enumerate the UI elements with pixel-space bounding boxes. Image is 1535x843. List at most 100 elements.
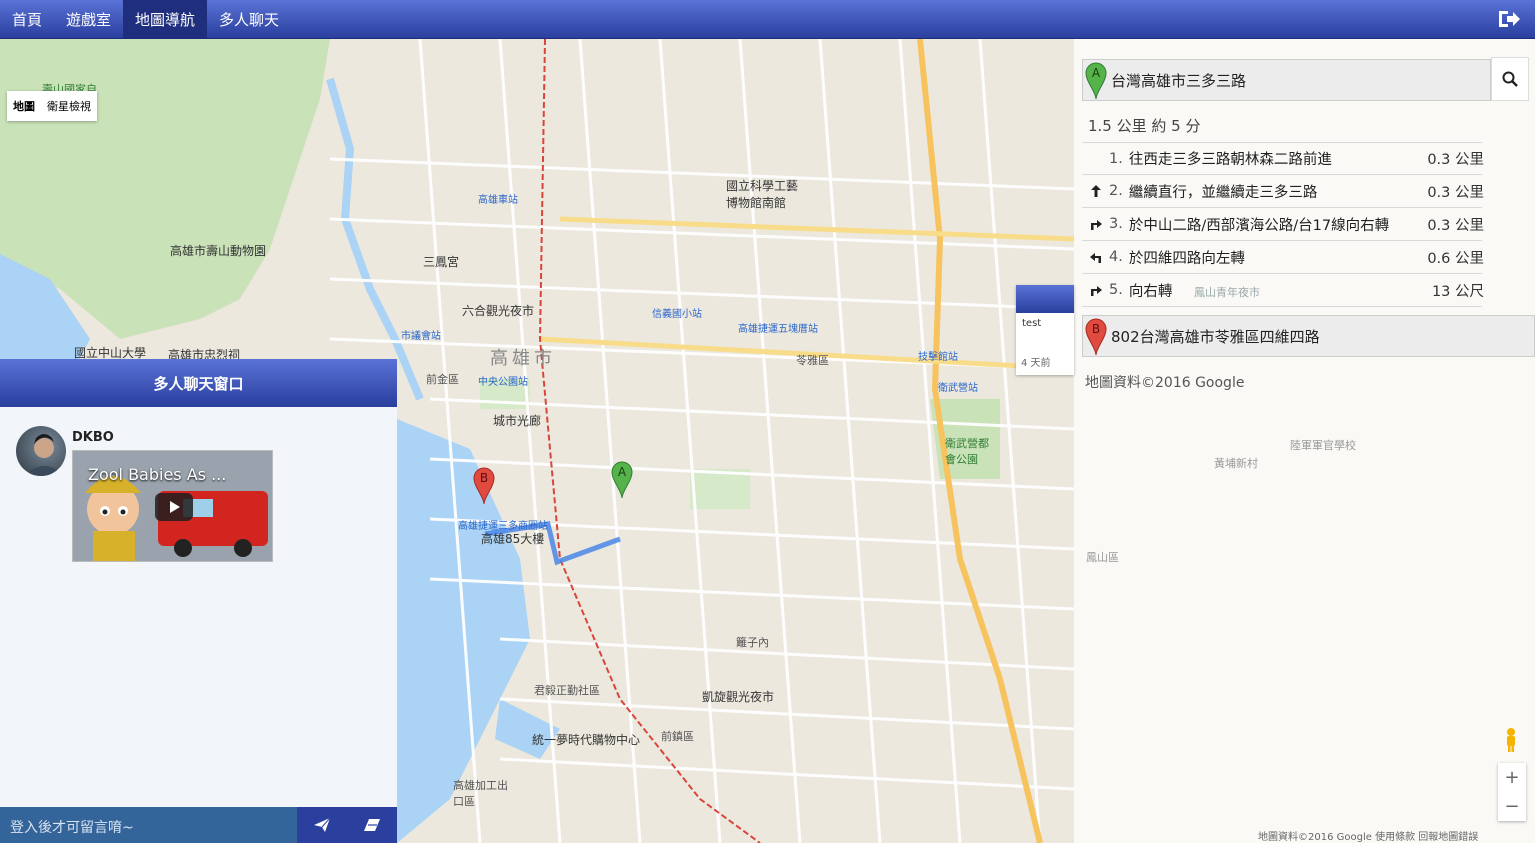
play-icon[interactable] xyxy=(155,493,193,521)
map-label-lingzi: 籬子內 xyxy=(736,636,769,649)
info-window-header xyxy=(1016,285,1074,313)
map-label-liuhe: 六合觀光夜市 xyxy=(462,304,535,318)
paper-plane-icon xyxy=(314,817,331,832)
origin-field[interactable]: 台灣高雄市三多三路 xyxy=(1082,59,1491,101)
map-label-junyi: 君毅正勤社區 xyxy=(534,684,600,697)
step-number: 1. xyxy=(1109,150,1123,167)
step-distance: 0.3 公里 xyxy=(1427,152,1484,168)
nav-home[interactable]: 首頁 xyxy=(0,0,54,38)
map-footer-copyright: 地圖資料©2016 Google 使用條款 回報地圖錯誤 xyxy=(1258,832,1479,843)
map-label-kaixuan: 凱旋觀光夜市 xyxy=(702,690,775,704)
route-summary: 1.5 公里 約 5 分 xyxy=(1088,117,1201,135)
nav-map-navigation[interactable]: 地圖導航 xyxy=(123,0,208,38)
step-number: 3. xyxy=(1109,216,1123,232)
zoom-in-button[interactable]: + xyxy=(1504,767,1519,788)
chat-username: DKBO xyxy=(72,430,114,445)
step-distance: 0.6 公里 xyxy=(1427,250,1484,267)
marker-b-icon[interactable]: B xyxy=(473,467,495,505)
origin-text: 台灣高雄市三多三路 xyxy=(1111,71,1247,90)
map-label-city: 高雄市 xyxy=(490,348,556,369)
step-distance: 0.3 公里 xyxy=(1427,184,1484,201)
origin-marker-icon: A xyxy=(1085,62,1107,100)
top-navbar: 首頁 遊戲室 地圖導航 多人聊天 xyxy=(0,0,1535,39)
step-distance: 13 公尺 xyxy=(1431,283,1484,300)
sign-out-icon[interactable] xyxy=(1497,8,1521,30)
map-label-processing-zone: 高雄加工出口區 xyxy=(453,779,508,808)
step-text: 繼續直行，並繼續走三多三路 xyxy=(1128,184,1318,201)
search-button[interactable] xyxy=(1491,57,1529,101)
route-steps: 1. 往西走三多三路朝林森二路前進 0.3 公里 2. 繼續直行，並繼續走三多三… xyxy=(1082,142,1484,307)
chat-panel: 多人聊天窗口 DKBO Zool Babies As ... 登入後才可留言唷~ xyxy=(0,359,397,843)
route-step[interactable]: 2. 繼續直行，並繼續走三多三路 0.3 公里 xyxy=(1082,175,1484,208)
pegman-icon[interactable] xyxy=(1502,727,1520,753)
destination-marker-icon: B xyxy=(1085,318,1107,356)
map-label-technical: 技擊館站 xyxy=(918,352,958,363)
turn-right-icon xyxy=(1086,214,1106,234)
map-label-city-gallery: 城市光廊 xyxy=(493,414,542,428)
map-label-military-school: 陸軍軍官學校 xyxy=(1290,439,1356,452)
map-data-copyright: 地圖資料©2016 Google xyxy=(1085,375,1245,391)
step-blank-icon xyxy=(1086,149,1106,169)
step-number: 2. xyxy=(1109,183,1123,199)
marker-a-icon[interactable]: A xyxy=(611,461,633,499)
map-label-cianjin: 前金區 xyxy=(426,373,459,386)
step-text: 於四維四路向左轉 xyxy=(1128,250,1245,267)
map-type-control: 地圖 衛星檢視 xyxy=(7,91,97,121)
map-label-science-museum: 國立科學工藝博物館南館 xyxy=(726,179,799,210)
map-label-huangpu: 黃埔新村 xyxy=(1214,457,1258,470)
map-type-satellite[interactable]: 衛星檢視 xyxy=(41,91,97,121)
turn-right-icon xyxy=(1086,280,1106,300)
zoom-out-button[interactable]: − xyxy=(1504,796,1519,817)
step-number: 4. xyxy=(1109,249,1123,265)
svg-text:B: B xyxy=(480,471,488,485)
search-icon xyxy=(1502,71,1518,87)
map-label-xinyi: 信義國小站 xyxy=(652,309,702,320)
route-step[interactable]: 3. 於中山二路/西部濱海公路/台17線向右轉 0.3 公里 xyxy=(1082,208,1484,241)
info-window-title: test xyxy=(1022,318,1042,329)
map-label-weiwuying: 衛武營都會公園 xyxy=(945,437,989,466)
destination-field[interactable]: 802台灣高雄市苓雅區四維四路 xyxy=(1082,315,1535,357)
zoom-control: + − xyxy=(1498,763,1526,821)
svg-text:B: B xyxy=(1092,322,1100,336)
video-title: Zool Babies As ... xyxy=(88,465,227,484)
map-label-central-park: 中央公園站 xyxy=(478,377,528,388)
chat-title: 多人聊天窗口 xyxy=(0,359,397,407)
send-button[interactable] xyxy=(297,807,347,843)
love-river xyxy=(326,77,424,401)
map-label-kaohsiung-station: 高雄車站 xyxy=(478,195,518,206)
map-label-lingya: 苓雅區 xyxy=(796,354,829,367)
avatar xyxy=(16,426,66,476)
map-label-sanduo-station: 高雄捷運三多商圈站 xyxy=(458,521,548,532)
map-label-85-tower: 高雄85大樓 xyxy=(481,532,545,546)
map-label-dream-mall: 統一夢時代購物中心 xyxy=(532,733,641,747)
map-type-roadmap[interactable]: 地圖 xyxy=(7,91,41,121)
svg-text:A: A xyxy=(1092,66,1101,80)
info-window-time: 4 天前 xyxy=(1021,358,1051,369)
map-label-council: 市議會站 xyxy=(401,331,441,342)
map-label-zoo: 高雄市壽山動物園 xyxy=(170,244,267,258)
route-step[interactable]: 4. 於四維四路向左轉 0.6 公里 xyxy=(1082,241,1484,274)
route-step[interactable]: 5. 向右轉 13 公尺 xyxy=(1082,274,1484,307)
route-step[interactable]: 1. 往西走三多三路朝林森二路前進 0.3 公里 xyxy=(1082,142,1484,175)
map-label-weiwuying-station: 衛武營站 xyxy=(938,383,978,394)
chat-input[interactable]: 登入後才可留言唷~ xyxy=(0,807,297,843)
map-label-sanfeng: 三鳳宮 xyxy=(423,255,460,269)
step-text: 向右轉 xyxy=(1128,283,1173,300)
info-window[interactable]: test 4 天前 xyxy=(1016,285,1074,375)
nav-chat[interactable]: 多人聊天 xyxy=(207,0,291,38)
map-label-wukuaicuo: 高雄捷運五塊厝站 xyxy=(738,324,818,335)
rail-line xyxy=(538,39,761,843)
video-thumbnail[interactable]: Zool Babies As ... xyxy=(72,450,273,562)
eraser-icon xyxy=(364,819,380,831)
arrow-up-icon xyxy=(1086,181,1106,201)
nav-game-room[interactable]: 遊戲室 xyxy=(54,0,123,38)
step-text: 於中山二路/西部濱海公路/台17線向右轉 xyxy=(1128,217,1390,234)
clear-button[interactable] xyxy=(347,807,397,843)
svg-text:A: A xyxy=(618,465,627,479)
map-label-fengshan: 鳳山區 xyxy=(1086,551,1119,564)
map-label-qianzhen: 前鎮區 xyxy=(661,730,694,743)
step-number: 5. xyxy=(1109,282,1123,298)
turn-left-icon xyxy=(1086,247,1106,267)
step-text: 往西走三多三路朝林森二路前進 xyxy=(1128,152,1332,168)
destination-text: 802台灣高雄市苓雅區四維四路 xyxy=(1111,327,1320,346)
